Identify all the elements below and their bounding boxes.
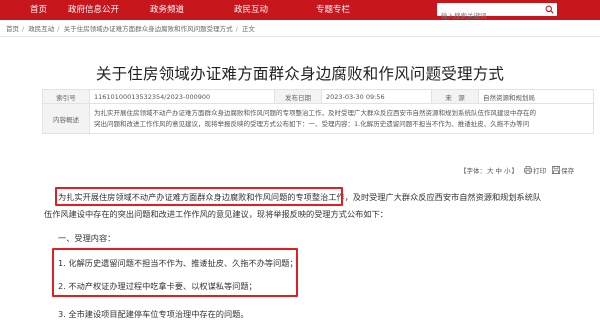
search-box — [437, 3, 557, 23]
date-value: 2023-03-30 09:56 — [321, 89, 432, 104]
font-size-end: 】 — [511, 167, 519, 175]
summary-label: 内容概述 — [42, 103, 90, 134]
source-value: 自然资源和规划局 — [478, 89, 594, 104]
section-heading-1: 一、受理内容： — [58, 233, 116, 243]
divider — [0, 36, 600, 37]
print-button[interactable]: 打印 — [533, 167, 546, 175]
paragraph-1-rest: 及时受理广大群众反应西安市自然资源和规划系统队 — [352, 192, 542, 202]
highlight-box-2 — [52, 248, 298, 297]
search-input[interactable] — [437, 9, 537, 23]
font-size-small[interactable]: 小 — [504, 167, 511, 175]
print-icon[interactable] — [524, 166, 533, 174]
source-label: 来 源 — [431, 89, 479, 104]
font-size-medium[interactable]: 中 — [496, 167, 503, 175]
nav-item-gov-channel[interactable]: 政务频道 — [150, 2, 184, 18]
breadcrumb-home[interactable]: 首页 — [6, 25, 19, 33]
paragraph-1-line-2: 伍作风建设中存在的突出问题和改进工作作风的意见建议，现将举报反映的受理方式公布如… — [44, 209, 388, 219]
summary-value: 为扎实开展住房领域不动产办证难方面群众身边腐败和作风问题的专项整治工作，及时受理… — [89, 103, 594, 134]
article-tools: 【字体：大中小】 打印 保存 — [460, 165, 574, 177]
nav-item-special-topics[interactable]: 专题专栏 — [316, 2, 350, 18]
index-label: 索引号 — [42, 89, 90, 104]
search-icon[interactable] — [545, 5, 554, 14]
list-item-3: 3. 全市建设项目配建停车位专项治理中存在的问题。 — [58, 309, 249, 319]
save-button[interactable]: 保存 — [561, 167, 574, 175]
save-icon[interactable] — [552, 166, 561, 174]
article-meta-table: 索引号 11610100013532354/2023-000900 发布日期 2… — [42, 89, 594, 134]
top-nav-bar: 首页 政府信息公开 政务频道 政民互动 专题专栏 — [0, 0, 600, 23]
summary-line-2: 突出问题和改进工作作风的意见建议，现将举报反映的受理方式公布如下：一、受理内容：… — [94, 119, 530, 128]
breadcrumb-current: 正文 — [241, 25, 255, 33]
breadcrumb-interaction[interactable]: 政民互动 — [28, 25, 54, 33]
date-label: 发布日期 — [274, 89, 322, 104]
index-value: 11610100013532354/2023-000900 — [89, 89, 275, 104]
nav-item-home[interactable]: 首页 — [30, 2, 47, 18]
page-title: 关于住房领域办证难方面群众身边腐败和作风问题受理方式 — [95, 65, 505, 83]
nav-item-gov-info[interactable]: 政府信息公开 — [68, 2, 119, 18]
font-size-large[interactable]: 大 — [487, 167, 494, 175]
breadcrumb-article[interactable]: 关于住房领域办证难方面群众身边腐败和作风问题受理方式 — [64, 25, 233, 33]
font-size-label: 【字体： — [460, 167, 486, 175]
nav-item-interaction[interactable]: 政民互动 — [234, 2, 268, 18]
highlight-box-1 — [55, 187, 343, 206]
summary-line-1: 为扎实开展住房领域不动产办证难方面群众身边腐败和作风问题的专项整治工作，及时受理… — [94, 108, 536, 117]
breadcrumb: 首页 / 政民互动 / 关于住房领域办证难方面群众身边腐败和作风问题受理方式 / 正文 — [6, 25, 255, 33]
